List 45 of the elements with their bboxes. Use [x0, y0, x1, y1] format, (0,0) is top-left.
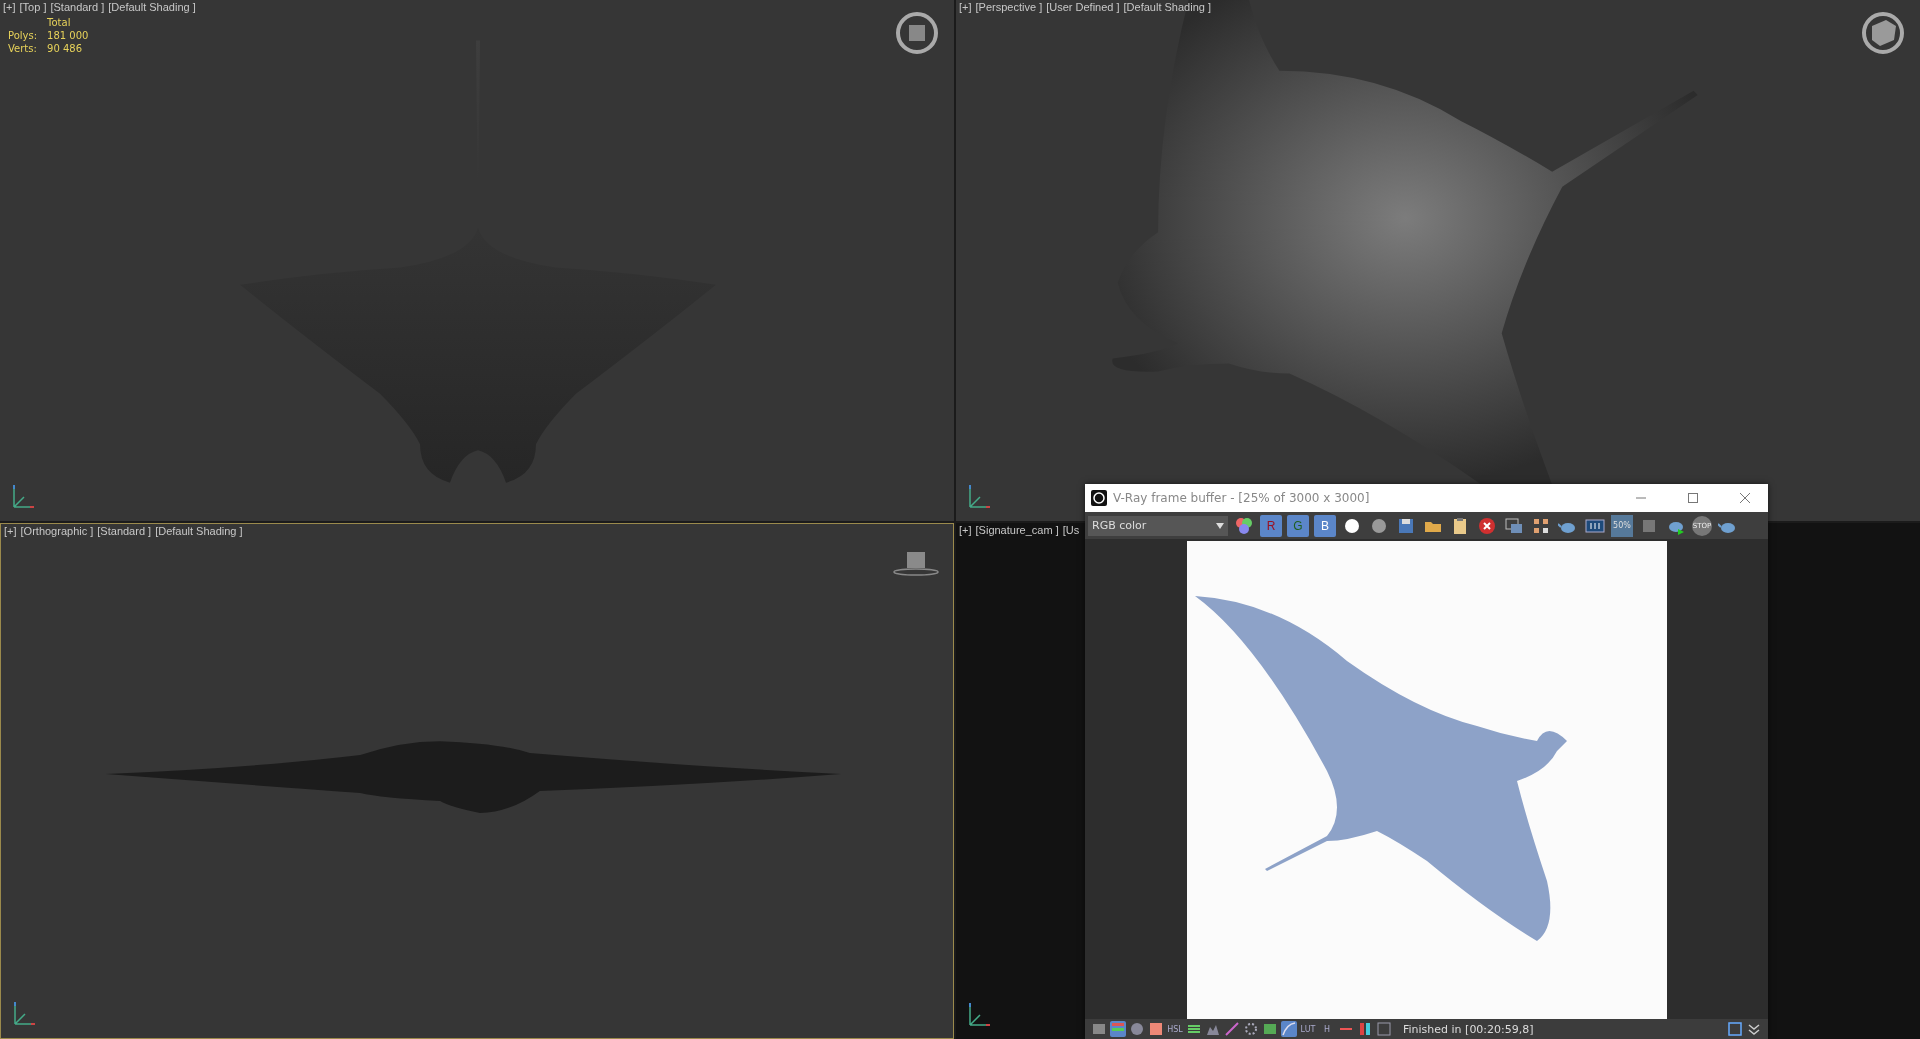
- axis-icon: [966, 483, 992, 509]
- channel-toggle[interactable]: B: [1314, 514, 1336, 537]
- toolbar-button[interactable]: LUT: [1300, 1021, 1316, 1038]
- channel-dropdown[interactable]: RGB color: [1088, 515, 1228, 536]
- viewport-menu[interactable]: [Us: [1062, 524, 1080, 536]
- cancel-icon[interactable]: [1477, 515, 1497, 536]
- close-icon[interactable]: [1737, 490, 1753, 506]
- viewport[interactable]: [+] [Orthographic ] [Standard ] [Default Shading ]: [0, 523, 954, 1039]
- axis-icon: [966, 1001, 992, 1027]
- columns-icon[interactable]: [1357, 1021, 1373, 1038]
- curve-icon[interactable]: [1281, 1021, 1297, 1038]
- app-logo-icon: [1091, 490, 1107, 506]
- viewport-menu[interactable]: [Default Shading ]: [108, 1, 196, 13]
- axis-icon: [10, 483, 36, 509]
- viewport-menu[interactable]: [+]: [959, 524, 972, 536]
- status-text: Finished in [00:20:59,8]: [1403, 1022, 1535, 1036]
- viewport-menu[interactable]: [Standard ]: [50, 1, 105, 13]
- viewport-menu[interactable]: [Default Shading ]: [1123, 1, 1211, 13]
- viewport-menu[interactable]: [Orthographic ]: [20, 525, 94, 537]
- viewport-menu[interactable]: [+]: [3, 1, 16, 13]
- viewport-menu[interactable]: [Standard ]: [97, 525, 152, 537]
- dotted-circle-icon[interactable]: [1243, 1021, 1259, 1038]
- viewport-menu[interactable]: [Top ]: [19, 1, 47, 13]
- viewport-menu[interactable]: [Default Shading ]: [155, 525, 243, 537]
- stats-label: Verts:: [8, 43, 38, 54]
- zoom-badge[interactable]: 50%: [1611, 514, 1633, 537]
- viewport[interactable]: [+] [Top ] [Standard ] [Default Shading ] Total Polys: 181 000 Verts: 90 486: [0, 0, 954, 521]
- stats-value: 90 486: [47, 43, 84, 54]
- stats-title: Total: [47, 17, 72, 28]
- toolbar-button[interactable]: H: [1319, 1021, 1335, 1038]
- maximize-icon[interactable]: [1685, 490, 1701, 506]
- viewport-menu[interactable]: [Signature_cam ]: [975, 524, 1059, 536]
- view-cube-icon[interactable]: [1860, 10, 1906, 56]
- axis-icon: [11, 1000, 37, 1026]
- window-title: V-Ray frame buffer - [25% of 3000 x 3000]: [1113, 491, 1371, 505]
- double-chevron-icon[interactable]: [1746, 1021, 1762, 1038]
- color-circles-icon[interactable]: [1234, 515, 1254, 536]
- toolbar-button[interactable]: HSL: [1167, 1021, 1183, 1038]
- panel-icon[interactable]: [1727, 1021, 1743, 1038]
- viewport-menu[interactable]: [+]: [4, 525, 17, 537]
- stats-value: 181 000: [47, 30, 89, 41]
- viewport-menu[interactable]: [Perspective ]: [975, 1, 1043, 13]
- viewport-menu[interactable]: [+]: [959, 1, 972, 13]
- viewport-menu[interactable]: [User Defined ]: [1046, 1, 1120, 13]
- stats-label: Polys:: [8, 30, 38, 41]
